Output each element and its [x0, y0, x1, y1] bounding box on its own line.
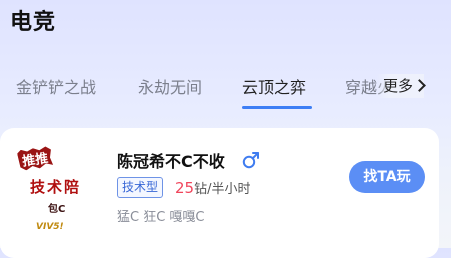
skill-tag: 技术型: [117, 177, 164, 198]
chevron-right-icon: [413, 79, 426, 92]
streamer-name[interactable]: 陈冠希不C不收: [117, 148, 225, 172]
avatar-badge: 推推: [17, 146, 54, 172]
avatar-signature: VIV5!: [36, 222, 64, 232]
male-icon: [242, 152, 259, 169]
price-value: 25: [175, 179, 195, 197]
more-button[interactable]: 更多: [377, 74, 426, 98]
price: 25钻/半小时: [175, 177, 250, 198]
avatar-subtitle: 包C: [48, 204, 66, 215]
find-ta-button[interactable]: 找TA玩: [349, 161, 425, 193]
more-label: 更多: [383, 77, 414, 95]
game-labels: 猛C 狂C 嘎嘎C: [117, 210, 205, 225]
price-unit: 钻/半小时: [194, 182, 251, 197]
active-tab-indicator: [242, 106, 312, 109]
page-title: 电竞: [10, 10, 57, 35]
avatar[interactable]: 推推 技术陪 包C VIV5!: [14, 142, 102, 238]
tab-yunding[interactable]: 云顶之弈: [242, 74, 306, 98]
avatar-title: 技术陪: [30, 178, 82, 196]
tab-yongjie[interactable]: 永劫无间: [138, 74, 202, 98]
tab-jinchanchan[interactable]: 金铲铲之战: [16, 74, 96, 98]
